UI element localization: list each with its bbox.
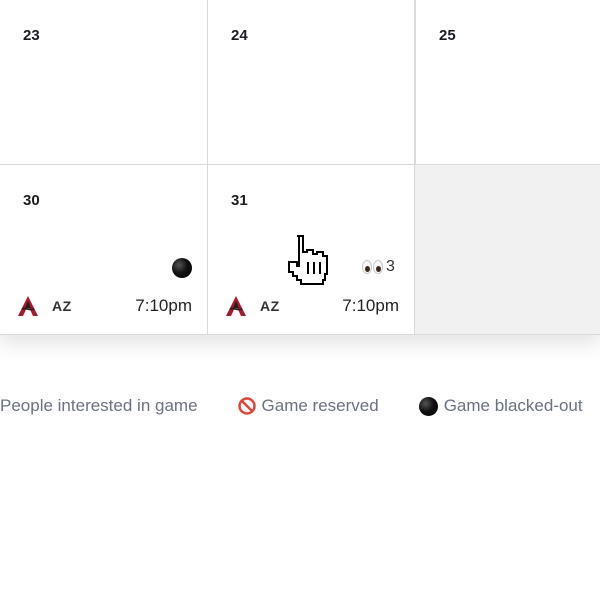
calendar-day-24[interactable]: 24 [208,0,415,165]
calendar-day-23[interactable]: 23 [0,0,208,165]
eye-left [362,260,372,274]
day-number: 31 [231,192,248,209]
game-row[interactable]: AZ 7:10pm [17,295,192,317]
blackout-dot-icon [172,258,192,278]
diamondbacks-logo-icon [18,296,38,316]
eyes-icon [362,260,383,274]
interest-count: 3 [386,258,395,275]
calendar-empty-cell [415,165,600,335]
game-row[interactable]: AZ 7:10pm [225,295,399,317]
day-number: 25 [439,27,456,44]
calendar-day-30[interactable]: 30 AZ 7:10pm [0,165,208,335]
calendar-day-31[interactable]: 31 3 AZ 7:10pm [208,165,415,335]
legend-label: Game blacked-out [443,396,583,415]
interest-indicator: 3 [362,258,395,276]
team-abbreviation: AZ [260,298,280,314]
legend-label: People interested in game [0,396,198,415]
game-time: 7:10pm [342,296,399,315]
legend-label: Game reserved [261,396,379,415]
team-abbreviation: AZ [52,298,72,314]
blackout-dot-icon [418,396,438,416]
legend-item-interested: People interested in game [0,396,198,416]
day-number: 24 [231,27,248,44]
legend: People interested in game Game reserved … [0,396,600,416]
eye-right [373,260,383,274]
game-time: 7:10pm [135,296,192,315]
calendar-day-25[interactable]: 25 [415,0,600,165]
day-number: 23 [23,27,40,44]
prohibited-icon [237,397,256,415]
diamondbacks-logo-icon [226,296,246,316]
calendar-grid: 23 24 25 30 AZ 7:10pm 31 3 AZ 7:10pm [0,0,600,335]
day-number: 30 [23,192,40,209]
viewport: 23 24 25 30 AZ 7:10pm 31 3 AZ 7:10pm Peo… [0,0,600,600]
legend-item-blackout: Game blacked-out [418,396,583,416]
legend-item-reserved: Game reserved [237,396,379,416]
